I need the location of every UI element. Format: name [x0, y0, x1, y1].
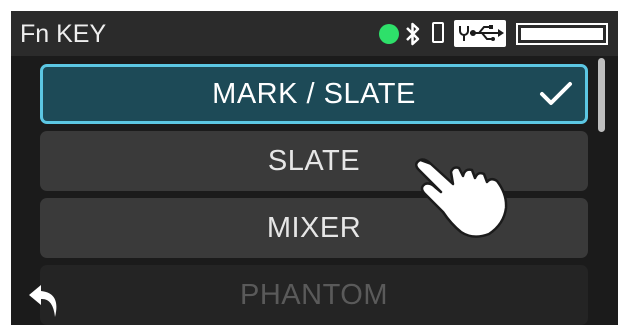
menu-item-label: MIXER [266, 211, 362, 244]
bluetooth-icon [406, 22, 420, 46]
menu-item-mark-slate[interactable]: MARK / SLATE [40, 64, 588, 124]
device-screen: Fn KEY MARK / SLATE SLATE MIXER PHANTOM [11, 11, 618, 325]
phone-icon [432, 22, 444, 43]
battery-fill [521, 28, 603, 40]
status-indicator-dot [379, 24, 399, 44]
menu-item-label: MARK / SLATE [212, 77, 416, 110]
battery-icon [516, 23, 608, 45]
back-arrow-icon[interactable] [27, 281, 67, 319]
tap-hand-icon [415, 158, 508, 238]
check-icon [540, 82, 572, 105]
usb-power-icon [454, 20, 506, 47]
status-bar: Fn KEY [11, 11, 618, 56]
menu-item-phantom[interactable]: PHANTOM [40, 265, 588, 325]
screen-title: Fn KEY [20, 20, 107, 48]
menu-item-label: PHANTOM [240, 278, 388, 311]
scrollbar-thumb[interactable] [598, 58, 605, 132]
menu-item-label: SLATE [267, 144, 361, 177]
